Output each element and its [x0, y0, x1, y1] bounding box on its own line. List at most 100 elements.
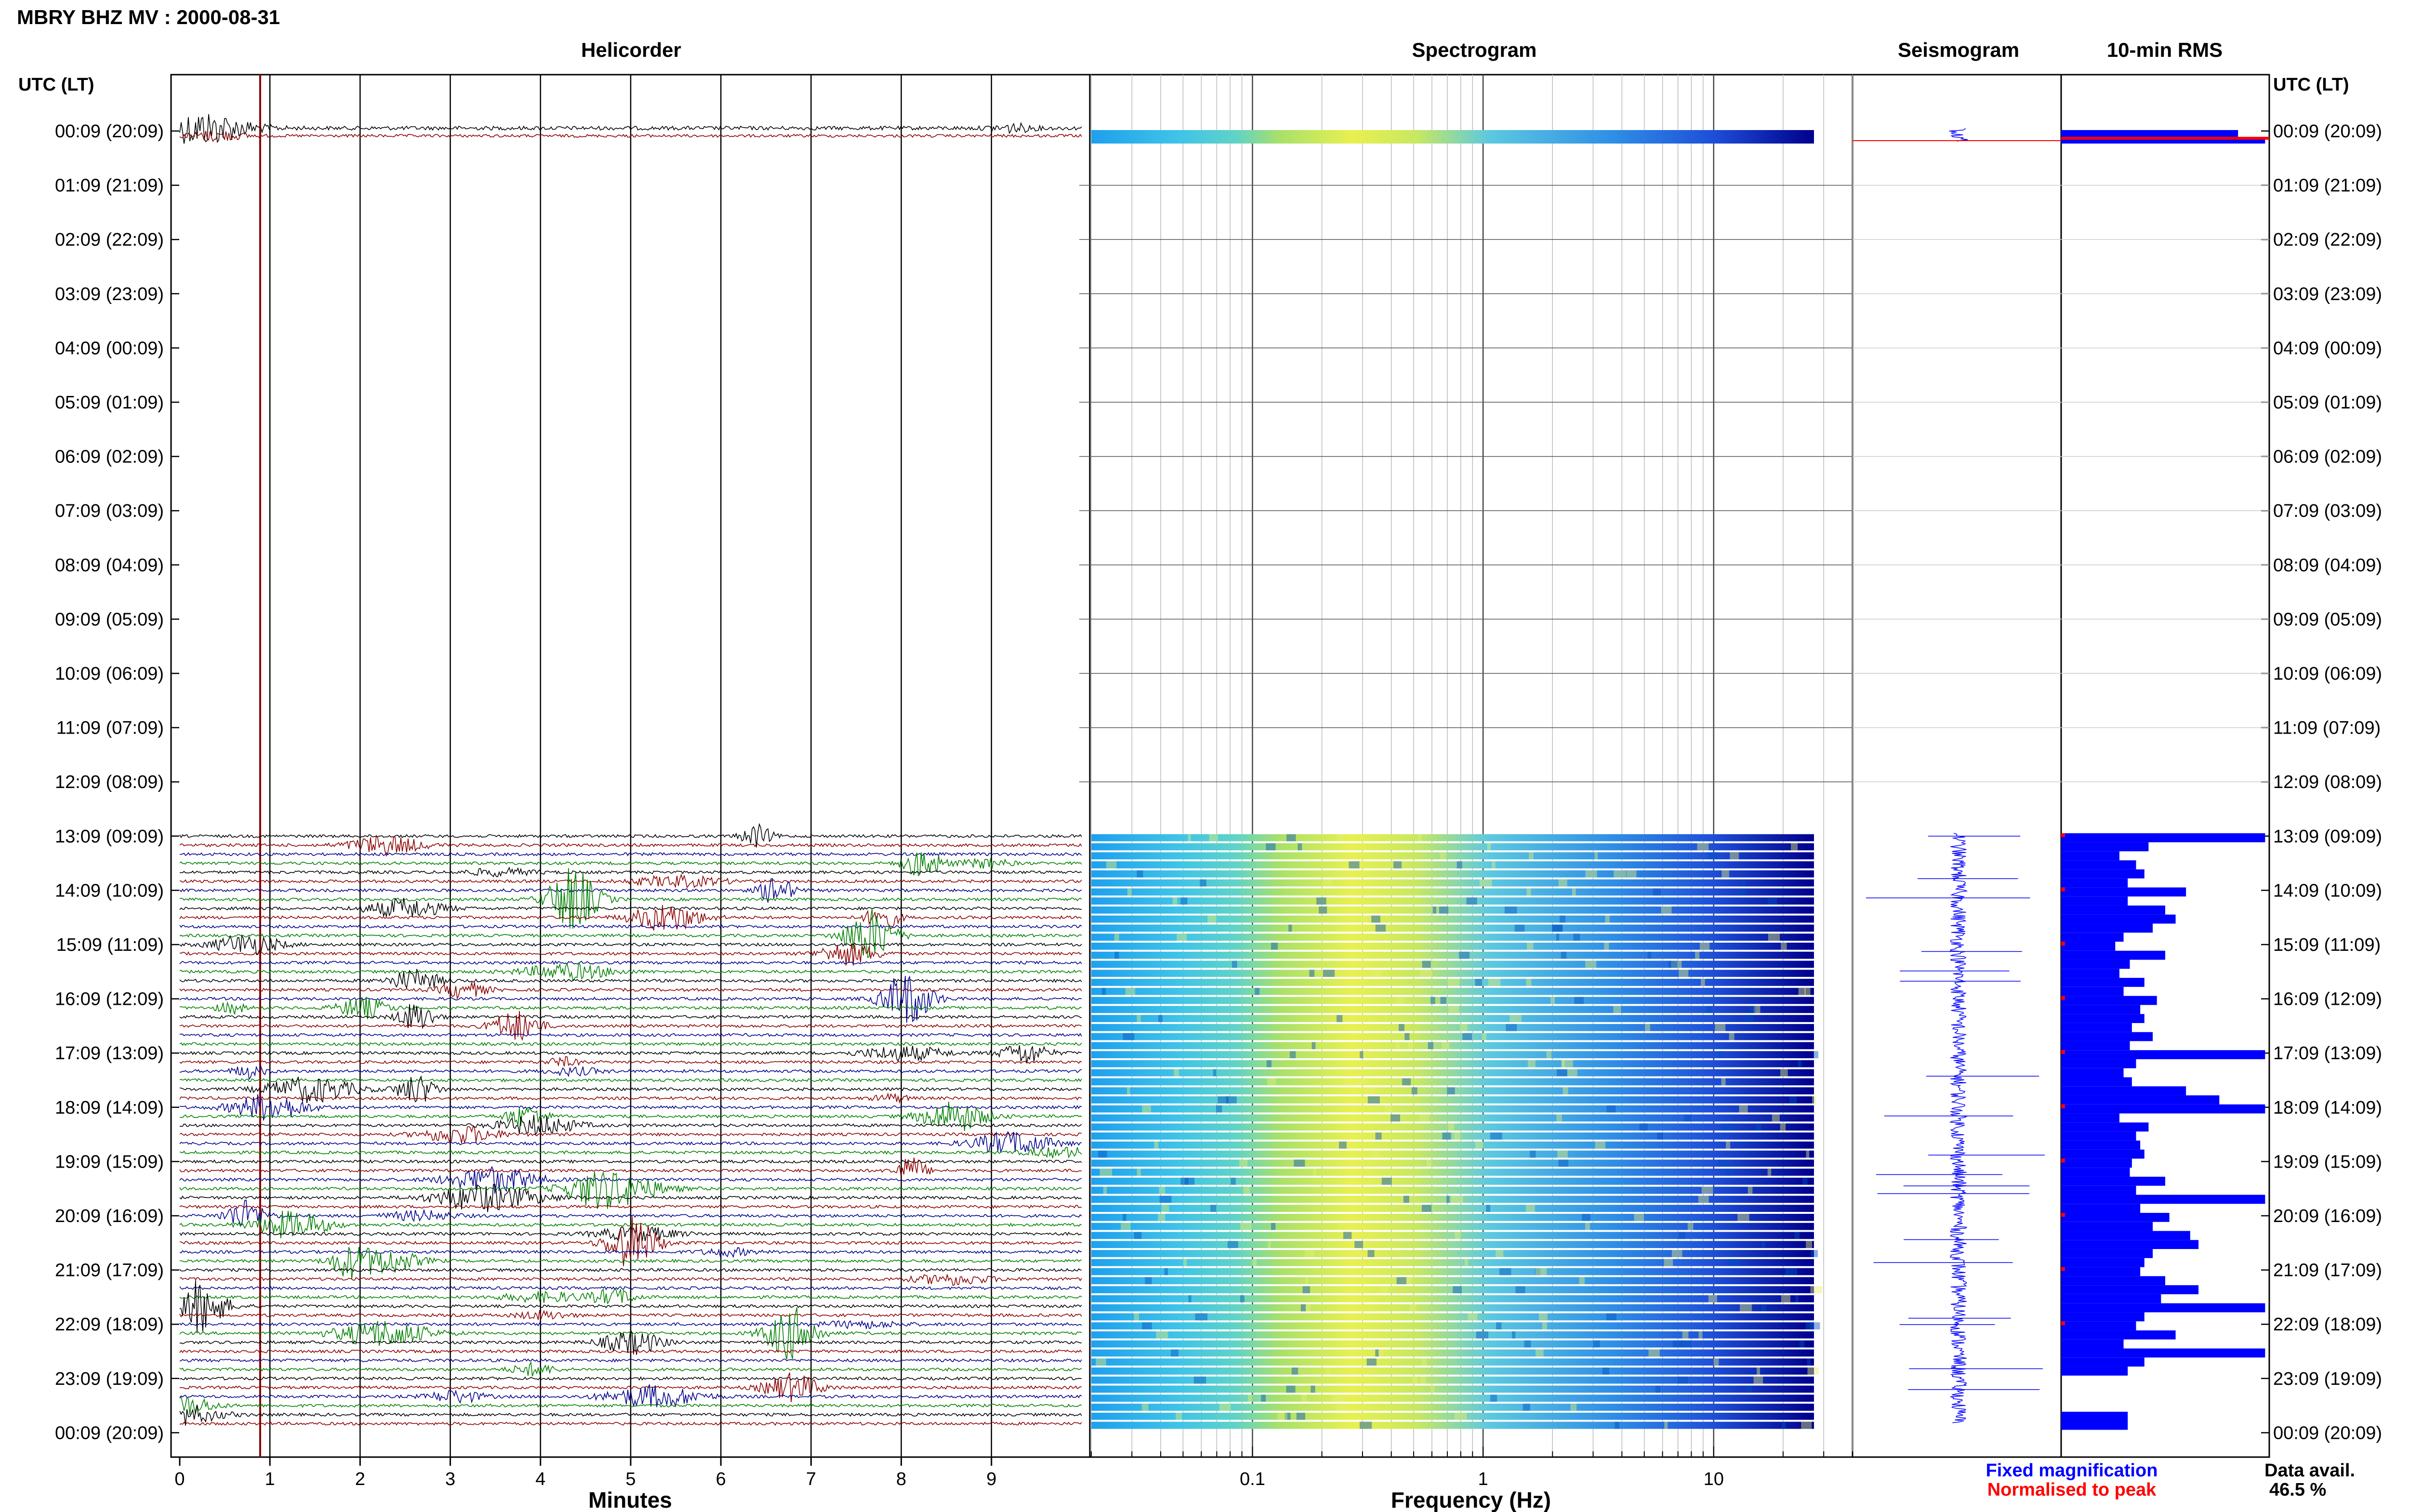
- time-label-right: 14:09 (10:09): [2273, 881, 2382, 901]
- spectrogram-texture: [1460, 1024, 1468, 1031]
- spectrogram-row: [1091, 1214, 1814, 1221]
- spectrogram-texture: [1807, 1358, 1811, 1366]
- spectrogram-texture: [1490, 1132, 1502, 1140]
- panel-frame-spec: [1089, 74, 1853, 1458]
- spectrogram-texture: [1747, 1186, 1753, 1194]
- time-label-left: 03:09 (23:09): [55, 284, 164, 304]
- spectrogram-texture: [1509, 1015, 1522, 1022]
- spectrogram-texture: [1661, 906, 1672, 914]
- spectrogram-texture: [1345, 1078, 1351, 1086]
- rms-bar: [2061, 1068, 2124, 1078]
- rms-bar: [2061, 1104, 2265, 1114]
- rms-bar: [2061, 1185, 2136, 1195]
- spectrogram-texture: [1185, 1177, 1195, 1185]
- spectrogram-texture: [1360, 1051, 1363, 1058]
- spectrogram-texture: [1585, 1223, 1590, 1230]
- spectrogram-texture: [1216, 1105, 1222, 1113]
- spectrogram-texture: [1781, 1295, 1791, 1302]
- spectrogram-texture: [1657, 1132, 1663, 1140]
- spectrogram-texture: [1337, 1404, 1348, 1411]
- rms-bar: [2061, 1411, 2128, 1430]
- spectrogram-texture: [1482, 1033, 1487, 1040]
- chart-content: 0 1 2 3 4 5 6 7 8 9 0.1 1 10 00:09 (20:09) 00:09 (20:0…: [55, 74, 2382, 1489]
- spectrogram-texture: [1454, 1132, 1461, 1140]
- spectrogram-texture: [1698, 1331, 1703, 1339]
- spectrogram-texture: [1297, 843, 1302, 851]
- time-label-right: 16:09 (12:09): [2273, 989, 2382, 1010]
- spectrogram-texture: [1432, 906, 1437, 914]
- spectrogram-texture: [1096, 1358, 1106, 1366]
- spectrogram-texture: [1726, 1141, 1731, 1149]
- spectrogram-row: [1091, 1078, 1814, 1086]
- spectrogram-texture: [1556, 1114, 1562, 1122]
- spectrogram-texture: [1210, 1205, 1217, 1212]
- spectrogram-texture: [1291, 1367, 1298, 1375]
- spectrogram-texture: [1574, 997, 1584, 1004]
- rms-bar: [2061, 1303, 2265, 1313]
- rms-bar: [2061, 896, 2128, 906]
- rms-bar: [2061, 996, 2157, 1005]
- rms-bar: [2061, 1348, 2265, 1358]
- time-label-left: 23:09 (19:09): [55, 1369, 164, 1389]
- spectrogram-texture: [1772, 1114, 1780, 1122]
- spectrogram-texture: [1527, 1060, 1535, 1067]
- time-label-left: 02:09 (22:09): [55, 230, 164, 250]
- spectrogram-texture: [1252, 1259, 1257, 1266]
- spectrogram-texture: [1325, 1367, 1331, 1375]
- spectrogram-texture: [1440, 852, 1446, 860]
- spectrogram-row: [1091, 1349, 1814, 1357]
- spectrogram-texture: [1721, 870, 1730, 878]
- spectrogram-texture: [1556, 933, 1560, 941]
- time-label-right: 19:09 (15:09): [2273, 1152, 2382, 1172]
- spectrogram-texture: [1529, 852, 1534, 860]
- rms-bar: [2061, 1231, 2190, 1240]
- spectrogram-texture: [1804, 987, 1811, 995]
- spectrogram-texture: [1316, 897, 1326, 905]
- rms-bar: [2061, 1158, 2132, 1168]
- spectrogram-row: [1091, 970, 1814, 977]
- spectrogram-texture: [1378, 1349, 1383, 1357]
- spectrogram-texture: [1535, 1349, 1544, 1357]
- spectrogram-texture: [1134, 1232, 1142, 1239]
- rms-peak-marker: [2061, 1213, 2065, 1217]
- spectrogram-texture: [1781, 943, 1787, 950]
- spectrogram-texture: [1573, 933, 1580, 941]
- spectrogram-row: [1091, 1060, 1814, 1067]
- rms-bar: [2061, 1339, 2124, 1349]
- spectrogram-texture: [1739, 1105, 1748, 1113]
- rms-bar: [2061, 851, 2119, 861]
- spectrogram-texture: [1805, 1322, 1814, 1329]
- spectrogram-texture: [1290, 1051, 1296, 1058]
- time-label-right: 07:09 (03:09): [2273, 501, 2382, 521]
- time-label-right: 21:09 (17:09): [2273, 1261, 2382, 1281]
- spectrogram-row: [1091, 1340, 1814, 1348]
- spectrogram-texture: [1743, 1015, 1754, 1022]
- rms-bar: [2061, 960, 2130, 969]
- spectrogram-texture: [1137, 870, 1143, 878]
- spectrogram-texture: [1447, 979, 1460, 986]
- spectrogram-texture: [1161, 1205, 1169, 1212]
- spectrogram-texture: [1337, 1015, 1343, 1022]
- spectrogram-row: [1091, 1150, 1814, 1158]
- spectrogram-texture: [1343, 1232, 1352, 1239]
- time-label-left: 16:09 (12:09): [55, 989, 164, 1010]
- spectrogram-texture: [1446, 1196, 1450, 1203]
- spectrogram-texture: [1232, 960, 1237, 968]
- spectrogram-texture: [1417, 834, 1422, 841]
- spectrogram-texture: [1604, 943, 1609, 950]
- spectrogram-texture: [1526, 979, 1532, 986]
- rms-bar: [2061, 1204, 2141, 1213]
- spectrogram-texture: [1504, 906, 1517, 914]
- spectrogram-texture: [1371, 915, 1380, 923]
- spectrogram-texture: [1447, 1087, 1455, 1095]
- spectrogram-texture: [1671, 1250, 1682, 1257]
- spectrogram-texture: [1648, 1349, 1660, 1357]
- rms-bar: [2061, 1032, 2153, 1041]
- spectrogram-row: [1091, 924, 1814, 932]
- time-label-right: 06:09 (02:09): [2273, 447, 2382, 467]
- spectrogram-texture: [1451, 1196, 1463, 1203]
- spectrogram-texture: [1227, 1241, 1238, 1249]
- spectrogram-texture: [1395, 997, 1404, 1004]
- spectrogram-texture: [1557, 1150, 1568, 1158]
- spectrogram-row: [1091, 1286, 1814, 1293]
